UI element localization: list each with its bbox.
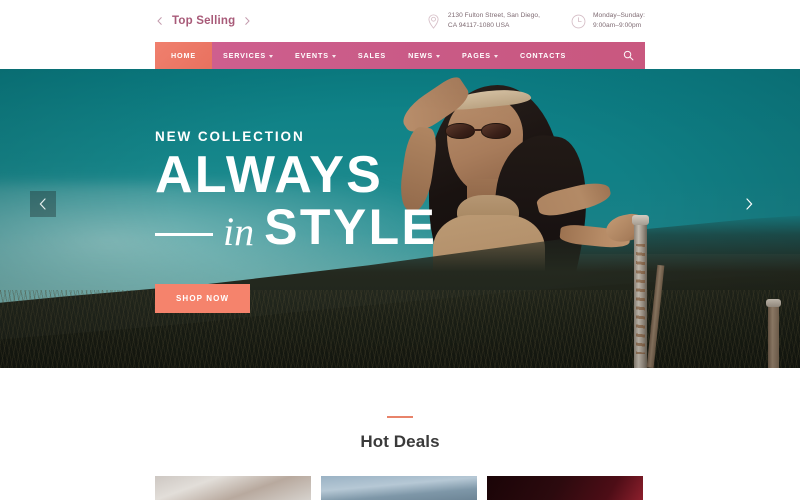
address-line-1: 2130 Fulton Street, San Diego,: [447, 11, 540, 19]
clock-icon: [570, 13, 587, 30]
nav-label-events: EVENTS: [295, 51, 329, 60]
nav-item-services[interactable]: SERVICES: [212, 42, 284, 69]
nav-label-pages: PAGES: [462, 51, 491, 60]
hero-copy: NEW COLLECTION ALWAYS in STYLE SHOP NOW: [155, 129, 437, 314]
hero-headline-line-2: in STYLE: [155, 202, 437, 252]
nav-label-home: HOME: [171, 51, 196, 60]
slider-prev-button[interactable]: [30, 191, 56, 217]
nav-label-sales: SALES: [357, 51, 387, 60]
hero-eyebrow: NEW COLLECTION: [155, 129, 305, 144]
chevron-down-icon: [493, 54, 498, 58]
nav-item-news[interactable]: NEWS: [397, 42, 451, 69]
main-navigation: HOME SERVICES EVENTS SALES NEWS PAGES CO…: [155, 42, 645, 69]
nav-item-events[interactable]: EVENTS: [284, 42, 347, 69]
address-block: 2130 Fulton Street, San Diego, CA 94117-…: [425, 12, 540, 31]
top-selling-carousel[interactable]: Top Selling: [155, 15, 252, 27]
product-card-grid: [155, 476, 645, 500]
hero-slider: NEW COLLECTION ALWAYS in STYLE SHOP NOW: [0, 69, 800, 368]
nav-label-services: SERVICES: [222, 51, 266, 60]
chevron-down-icon: [331, 54, 336, 58]
nav-label-news: NEWS: [408, 51, 434, 60]
chevron-right-icon[interactable]: [242, 16, 252, 26]
address-text: 2130 Fulton Street, San Diego, CA 94117-…: [448, 12, 540, 31]
search-icon[interactable]: [611, 42, 645, 69]
top-bar-inner: Top Selling 2130 Fulton Street, San Dieg…: [155, 0, 645, 42]
hours-line-1: Monday–Sunday:: [592, 11, 645, 19]
address-line-2: CA 94117-1080 USA: [447, 21, 510, 29]
nav-item-sales[interactable]: SALES: [347, 42, 397, 69]
product-card-1[interactable]: [155, 476, 311, 500]
nav-item-pages[interactable]: PAGES: [451, 42, 509, 69]
chevron-left-icon[interactable]: [155, 16, 165, 26]
hero-headline-line-1: ALWAYS: [155, 146, 384, 204]
hours-block: Monday–Sunday: 9:00am–9:00pm: [570, 12, 645, 31]
chevron-down-icon: [436, 54, 441, 58]
page-root: Top Selling 2130 Fulton Street, San Dieg…: [0, 0, 800, 500]
product-card-3[interactable]: [487, 476, 643, 500]
section-divider: [387, 416, 413, 418]
hero-headline-style: STYLE: [264, 199, 438, 256]
nav-label-contacts: CONTACTS: [519, 51, 567, 60]
map-pin-icon: [425, 13, 442, 30]
nav-item-contacts[interactable]: CONTACTS: [509, 42, 577, 69]
shop-now-button[interactable]: SHOP NOW: [155, 284, 251, 314]
hours-line-2: 9:00am–9:00pm: [592, 21, 642, 29]
top-bar: Top Selling 2130 Fulton Street, San Dieg…: [0, 0, 800, 42]
slider-next-button[interactable]: [736, 191, 762, 217]
nav-item-home[interactable]: HOME: [155, 42, 212, 69]
hero-headline-italic: in: [223, 209, 255, 255]
product-card-2[interactable]: [321, 476, 477, 500]
hours-text: Monday–Sunday: 9:00am–9:00pm: [593, 12, 645, 31]
contact-info-group: 2130 Fulton Street, San Diego, CA 94117-…: [425, 12, 645, 31]
hero-headline-rule: [155, 233, 213, 237]
section-title: Hot Deals: [360, 432, 440, 451]
top-selling-label: Top Selling: [172, 15, 236, 27]
chevron-down-icon: [269, 54, 273, 58]
